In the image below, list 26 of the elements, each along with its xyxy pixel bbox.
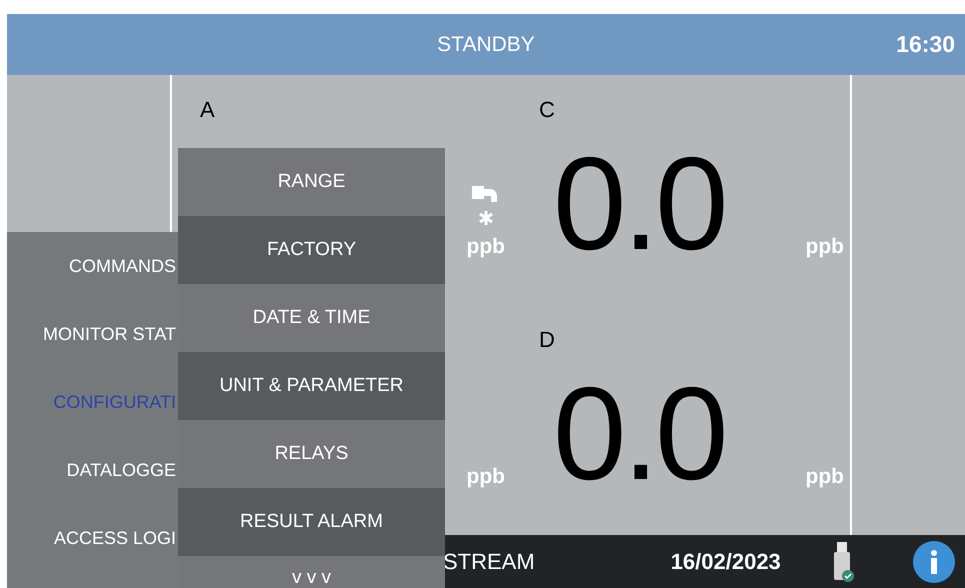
submenu-item[interactable]: v v v (178, 556, 445, 588)
submenu-item[interactable]: RELAYS (178, 420, 445, 488)
channel-label: D (539, 327, 555, 352)
menu-item[interactable]: DATALOGGE (7, 436, 178, 504)
submenu-item[interactable]: RESULT ALARM (178, 488, 445, 556)
unit-label: ppb (466, 466, 505, 487)
reading-value: 0.0 (553, 151, 724, 257)
submenu-item[interactable]: UNIT & PARAMETER (178, 352, 445, 420)
unit-label: ppb (806, 236, 844, 257)
menu-item[interactable]: ACCESS LOGI (7, 504, 178, 572)
channel-label: C (539, 97, 555, 122)
info-icon (930, 550, 938, 574)
date-label: 16/02/2023 (670, 548, 781, 576)
submenu-item[interactable]: DATE & TIME (178, 284, 445, 352)
reading-value: 0.0 (553, 381, 724, 487)
unit-label: ppb (806, 466, 844, 487)
clock-time: 16:30 (896, 30, 955, 60)
info-button[interactable] (913, 540, 955, 582)
menu-item[interactable]: COMMANDS (7, 232, 178, 300)
submenu-item[interactable]: FACTORY (178, 216, 445, 284)
status-title: STANDBY (437, 32, 535, 58)
submenu-item[interactable]: RANGE (178, 148, 445, 216)
menu-item[interactable]: MONITOR STAT (7, 300, 178, 368)
unit-label: ppb (466, 236, 505, 257)
channel-label: A (200, 97, 215, 122)
stream-label: STREAM (443, 548, 535, 576)
